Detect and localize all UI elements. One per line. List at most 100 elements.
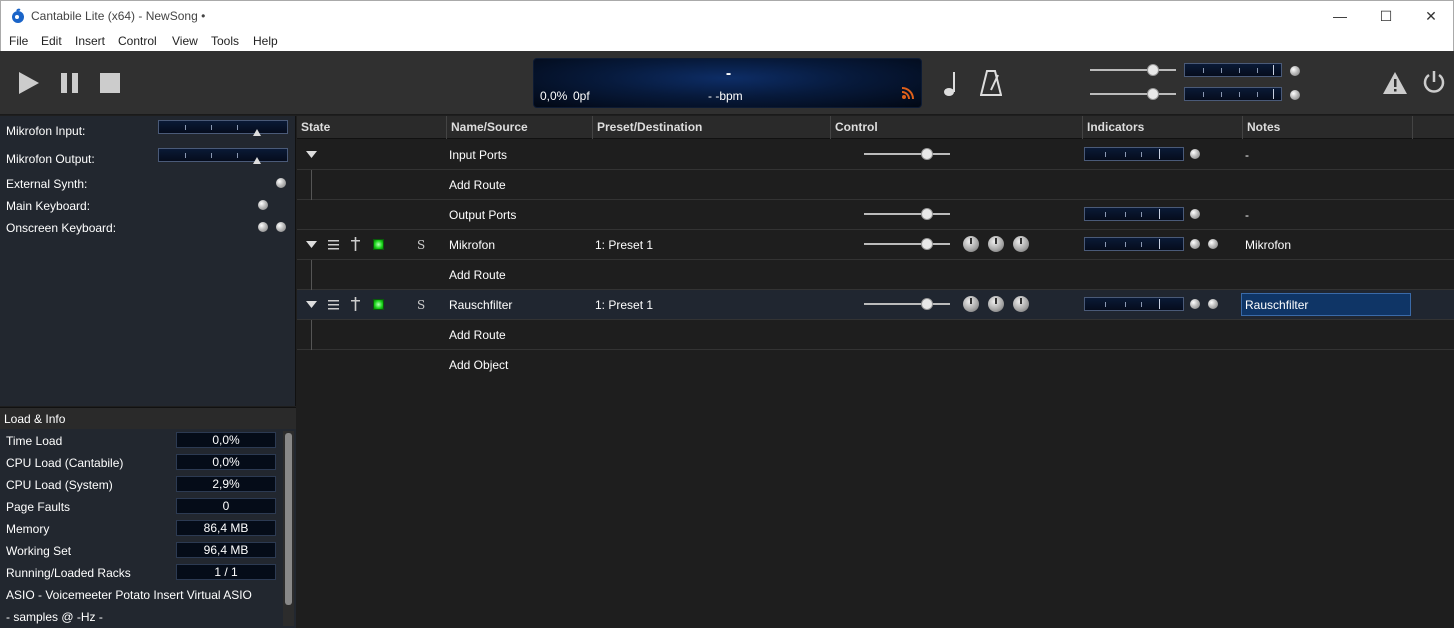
rss-icon	[901, 87, 914, 100]
close-button[interactable]: ✕	[1408, 1, 1454, 31]
row-name[interactable]: Input Ports	[449, 148, 507, 162]
load-label: Running/Loaded Racks	[6, 566, 131, 580]
load-label: CPU Load (Cantabile)	[6, 456, 124, 470]
stop-icon[interactable]	[100, 73, 120, 93]
power-icon[interactable]	[1421, 69, 1447, 95]
note-field-selected[interactable]: Rauschfilter	[1241, 293, 1411, 316]
row-preset[interactable]: 1: Preset 1	[595, 238, 653, 252]
menu-file[interactable]: File	[9, 34, 28, 48]
port-led	[258, 200, 268, 210]
gain-slider[interactable]	[864, 148, 950, 160]
collapse-icon[interactable]	[306, 151, 317, 158]
menu-help[interactable]: Help	[253, 34, 278, 48]
display-faults: 0pf	[573, 89, 590, 103]
row-name[interactable]: Output Ports	[449, 208, 516, 222]
row-note[interactable]: -	[1245, 208, 1249, 222]
balance-knob[interactable]	[988, 296, 1004, 312]
window-title: Cantabile Lite (x64) - NewSong •	[31, 9, 206, 23]
menu-icon[interactable]	[328, 299, 339, 310]
add-route-link[interactable]: Add Route	[449, 178, 506, 192]
note-icon[interactable]	[943, 71, 959, 97]
pin-icon[interactable]	[351, 237, 360, 251]
column-header-state[interactable]: State	[297, 116, 447, 139]
enable-led[interactable]	[373, 299, 384, 310]
column-header-name[interactable]: Name/Source	[447, 116, 593, 139]
menu-edit[interactable]: Edit	[41, 34, 62, 48]
route-row[interactable]: Add Route	[297, 320, 1454, 350]
metronome-icon[interactable]	[980, 70, 1002, 96]
pause-icon[interactable]	[60, 73, 80, 93]
warning-icon[interactable]	[1382, 71, 1408, 95]
row-preset[interactable]: 1: Preset 1	[595, 298, 653, 312]
audio-driver: ASIO - Voicemeeter Potato Insert Virtual…	[6, 588, 252, 602]
port-led	[276, 178, 286, 188]
route-row[interactable]: Output Ports -	[297, 200, 1454, 230]
pan-knob[interactable]	[963, 236, 979, 252]
menu-tools[interactable]: Tools	[211, 34, 239, 48]
load-info-header[interactable]: Load & Info	[0, 407, 296, 429]
master-input-led	[1290, 66, 1300, 76]
solo-button[interactable]: S	[417, 238, 425, 252]
display-load: 0,0%	[540, 89, 568, 103]
route-row[interactable]: Input Ports -	[297, 140, 1454, 170]
enable-led[interactable]	[373, 239, 384, 250]
solo-button[interactable]: S	[417, 298, 425, 312]
load-value: 2,9%	[176, 476, 276, 492]
load-label: Working Set	[6, 544, 72, 558]
load-info-title: Load & Info	[4, 412, 66, 426]
collapse-icon[interactable]	[306, 241, 317, 248]
load-value: 0,0%	[176, 432, 276, 448]
column-header-preset[interactable]: Preset/Destination	[593, 116, 831, 139]
pan-knob[interactable]	[963, 296, 979, 312]
row-note[interactable]: Mikrofon	[1245, 238, 1291, 252]
balance-knob[interactable]	[988, 236, 1004, 252]
pin-icon[interactable]	[351, 297, 360, 311]
route-row[interactable]: Add Route	[297, 260, 1454, 290]
plugin-row[interactable]: S Mikrofon 1: Preset 1 Mikrofon	[297, 230, 1454, 260]
maximize-button[interactable]: ☐	[1363, 1, 1409, 31]
route-row[interactable]: Add Route	[297, 170, 1454, 200]
gain-slider[interactable]	[864, 298, 950, 310]
master-output-led	[1290, 90, 1300, 100]
collapse-icon[interactable]	[306, 301, 317, 308]
status-display[interactable]: - 0,0% 0pf - -bpm	[533, 58, 922, 108]
gain-slider[interactable]	[864, 208, 950, 220]
activity-led	[1208, 239, 1218, 249]
add-route-link[interactable]: Add Route	[449, 268, 506, 282]
scrollbar-thumb[interactable]	[285, 433, 292, 605]
width-knob[interactable]	[1013, 296, 1029, 312]
column-header-control[interactable]: Control	[831, 116, 1083, 139]
row-note[interactable]: -	[1245, 148, 1249, 162]
play-icon[interactable]	[18, 72, 40, 94]
port-level-meter[interactable]	[158, 120, 288, 136]
add-route-link[interactable]: Add Route	[449, 328, 506, 342]
menu-view[interactable]: View	[172, 34, 198, 48]
load-label: Time Load	[6, 434, 63, 448]
title-bar: Cantabile Lite (x64) - NewSong • — ☐ ✕	[0, 0, 1454, 31]
master-output-slider[interactable]	[1090, 88, 1176, 100]
menu-control[interactable]: Control	[118, 34, 157, 48]
close-icon: ✕	[1425, 8, 1437, 24]
row-name[interactable]: Mikrofon	[449, 238, 495, 252]
gain-slider[interactable]	[864, 238, 950, 250]
minimize-button[interactable]: —	[1317, 1, 1363, 31]
row-name[interactable]: Rauschfilter	[449, 298, 512, 312]
level-meter	[1084, 237, 1184, 251]
maximize-icon: ☐	[1379, 8, 1393, 24]
plugin-row[interactable]: S Rauschfilter 1: Preset 1 Rauschfilter	[297, 290, 1454, 320]
port-level-meter[interactable]	[158, 148, 288, 164]
ports-panel: Mikrofon Input: Mikrofon Output: Externa…	[0, 116, 296, 406]
level-meter	[1084, 297, 1184, 311]
menu-icon[interactable]	[328, 239, 339, 250]
port-led	[258, 222, 268, 232]
menu-insert[interactable]: Insert	[75, 34, 105, 48]
master-input-meter	[1184, 63, 1282, 77]
add-object-link[interactable]: Add Object	[449, 358, 508, 372]
column-header-notes[interactable]: Notes	[1243, 116, 1413, 139]
cantabile-app-icon	[12, 8, 24, 23]
route-row[interactable]: Add Object	[297, 350, 1454, 380]
width-knob[interactable]	[1013, 236, 1029, 252]
load-info-scrollbar[interactable]	[283, 431, 294, 626]
master-input-slider[interactable]	[1090, 64, 1176, 76]
column-header-indicators[interactable]: Indicators	[1083, 116, 1243, 139]
